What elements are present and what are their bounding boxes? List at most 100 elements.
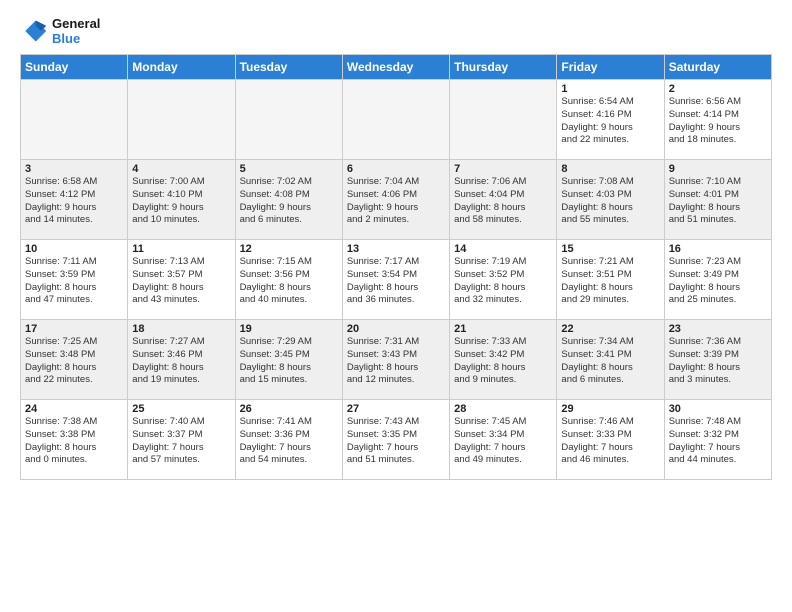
day-info: Sunrise: 7:13 AMSunset: 3:57 PMDaylight:… — [132, 256, 230, 307]
day-info: Sunrise: 7:45 AMSunset: 3:34 PMDaylight:… — [454, 416, 552, 467]
weekday-header-tuesday: Tuesday — [235, 55, 342, 80]
calendar-cell: 29Sunrise: 7:46 AMSunset: 3:33 PMDayligh… — [557, 400, 664, 480]
calendar-cell: 30Sunrise: 7:48 AMSunset: 3:32 PMDayligh… — [664, 400, 771, 480]
day-info: Sunrise: 7:27 AMSunset: 3:46 PMDaylight:… — [132, 336, 230, 387]
day-number: 2 — [669, 83, 767, 95]
calendar-cell: 19Sunrise: 7:29 AMSunset: 3:45 PMDayligh… — [235, 320, 342, 400]
calendar-cell: 13Sunrise: 7:17 AMSunset: 3:54 PMDayligh… — [342, 240, 449, 320]
calendar-cell: 14Sunrise: 7:19 AMSunset: 3:52 PMDayligh… — [450, 240, 557, 320]
calendar-cell: 2Sunrise: 6:56 AMSunset: 4:14 PMDaylight… — [664, 80, 771, 160]
day-info: Sunrise: 7:33 AMSunset: 3:42 PMDaylight:… — [454, 336, 552, 387]
calendar-cell: 18Sunrise: 7:27 AMSunset: 3:46 PMDayligh… — [128, 320, 235, 400]
day-info: Sunrise: 7:34 AMSunset: 3:41 PMDaylight:… — [561, 336, 659, 387]
calendar-cell: 10Sunrise: 7:11 AMSunset: 3:59 PMDayligh… — [21, 240, 128, 320]
logo-text: General Blue — [52, 16, 100, 46]
weekday-header-thursday: Thursday — [450, 55, 557, 80]
calendar-cell: 11Sunrise: 7:13 AMSunset: 3:57 PMDayligh… — [128, 240, 235, 320]
calendar-cell: 8Sunrise: 7:08 AMSunset: 4:03 PMDaylight… — [557, 160, 664, 240]
calendar-cell: 22Sunrise: 7:34 AMSunset: 3:41 PMDayligh… — [557, 320, 664, 400]
calendar-cell: 25Sunrise: 7:40 AMSunset: 3:37 PMDayligh… — [128, 400, 235, 480]
day-number: 6 — [347, 163, 445, 175]
day-info: Sunrise: 7:02 AMSunset: 4:08 PMDaylight:… — [240, 176, 338, 227]
weekday-header-monday: Monday — [128, 55, 235, 80]
day-info: Sunrise: 6:54 AMSunset: 4:16 PMDaylight:… — [561, 96, 659, 147]
day-info: Sunrise: 7:23 AMSunset: 3:49 PMDaylight:… — [669, 256, 767, 307]
day-number: 5 — [240, 163, 338, 175]
day-info: Sunrise: 7:43 AMSunset: 3:35 PMDaylight:… — [347, 416, 445, 467]
day-info: Sunrise: 7:38 AMSunset: 3:38 PMDaylight:… — [25, 416, 123, 467]
header: General Blue — [20, 16, 772, 46]
calendar-cell — [21, 80, 128, 160]
calendar-cell: 15Sunrise: 7:21 AMSunset: 3:51 PMDayligh… — [557, 240, 664, 320]
day-number: 26 — [240, 403, 338, 415]
logo: General Blue — [20, 16, 100, 46]
day-number: 25 — [132, 403, 230, 415]
calendar-week-5: 24Sunrise: 7:38 AMSunset: 3:38 PMDayligh… — [21, 400, 772, 480]
calendar-week-2: 3Sunrise: 6:58 AMSunset: 4:12 PMDaylight… — [21, 160, 772, 240]
weekday-header-saturday: Saturday — [664, 55, 771, 80]
day-info: Sunrise: 7:41 AMSunset: 3:36 PMDaylight:… — [240, 416, 338, 467]
day-number: 30 — [669, 403, 767, 415]
day-info: Sunrise: 7:10 AMSunset: 4:01 PMDaylight:… — [669, 176, 767, 227]
day-number: 24 — [25, 403, 123, 415]
day-info: Sunrise: 7:29 AMSunset: 3:45 PMDaylight:… — [240, 336, 338, 387]
day-number: 20 — [347, 323, 445, 335]
day-info: Sunrise: 7:15 AMSunset: 3:56 PMDaylight:… — [240, 256, 338, 307]
day-number: 27 — [347, 403, 445, 415]
day-info: Sunrise: 7:25 AMSunset: 3:48 PMDaylight:… — [25, 336, 123, 387]
weekday-header-sunday: Sunday — [21, 55, 128, 80]
calendar-cell: 7Sunrise: 7:06 AMSunset: 4:04 PMDaylight… — [450, 160, 557, 240]
day-info: Sunrise: 7:19 AMSunset: 3:52 PMDaylight:… — [454, 256, 552, 307]
calendar-cell — [235, 80, 342, 160]
day-info: Sunrise: 6:58 AMSunset: 4:12 PMDaylight:… — [25, 176, 123, 227]
day-number: 4 — [132, 163, 230, 175]
day-info: Sunrise: 7:00 AMSunset: 4:10 PMDaylight:… — [132, 176, 230, 227]
day-number: 19 — [240, 323, 338, 335]
calendar-cell — [128, 80, 235, 160]
day-info: Sunrise: 6:56 AMSunset: 4:14 PMDaylight:… — [669, 96, 767, 147]
day-info: Sunrise: 7:06 AMSunset: 4:04 PMDaylight:… — [454, 176, 552, 227]
calendar-week-3: 10Sunrise: 7:11 AMSunset: 3:59 PMDayligh… — [21, 240, 772, 320]
day-number: 8 — [561, 163, 659, 175]
day-number: 1 — [561, 83, 659, 95]
calendar-cell: 4Sunrise: 7:00 AMSunset: 4:10 PMDaylight… — [128, 160, 235, 240]
calendar-cell: 20Sunrise: 7:31 AMSunset: 3:43 PMDayligh… — [342, 320, 449, 400]
page: General Blue SundayMondayTuesdayWednesda… — [0, 0, 792, 612]
day-number: 17 — [25, 323, 123, 335]
calendar-cell: 21Sunrise: 7:33 AMSunset: 3:42 PMDayligh… — [450, 320, 557, 400]
day-info: Sunrise: 7:08 AMSunset: 4:03 PMDaylight:… — [561, 176, 659, 227]
day-info: Sunrise: 7:40 AMSunset: 3:37 PMDaylight:… — [132, 416, 230, 467]
day-number: 23 — [669, 323, 767, 335]
calendar-cell: 9Sunrise: 7:10 AMSunset: 4:01 PMDaylight… — [664, 160, 771, 240]
calendar-cell: 12Sunrise: 7:15 AMSunset: 3:56 PMDayligh… — [235, 240, 342, 320]
day-number: 11 — [132, 243, 230, 255]
day-number: 3 — [25, 163, 123, 175]
calendar-cell: 1Sunrise: 6:54 AMSunset: 4:16 PMDaylight… — [557, 80, 664, 160]
day-number: 18 — [132, 323, 230, 335]
day-number: 28 — [454, 403, 552, 415]
day-number: 16 — [669, 243, 767, 255]
day-number: 10 — [25, 243, 123, 255]
weekday-header-friday: Friday — [557, 55, 664, 80]
day-info: Sunrise: 7:04 AMSunset: 4:06 PMDaylight:… — [347, 176, 445, 227]
calendar-cell: 23Sunrise: 7:36 AMSunset: 3:39 PMDayligh… — [664, 320, 771, 400]
calendar-week-1: 1Sunrise: 6:54 AMSunset: 4:16 PMDaylight… — [21, 80, 772, 160]
day-info: Sunrise: 7:36 AMSunset: 3:39 PMDaylight:… — [669, 336, 767, 387]
calendar-cell: 6Sunrise: 7:04 AMSunset: 4:06 PMDaylight… — [342, 160, 449, 240]
calendar-cell — [342, 80, 449, 160]
calendar-cell: 26Sunrise: 7:41 AMSunset: 3:36 PMDayligh… — [235, 400, 342, 480]
day-number: 15 — [561, 243, 659, 255]
calendar-cell: 27Sunrise: 7:43 AMSunset: 3:35 PMDayligh… — [342, 400, 449, 480]
calendar-cell: 16Sunrise: 7:23 AMSunset: 3:49 PMDayligh… — [664, 240, 771, 320]
weekday-header-row: SundayMondayTuesdayWednesdayThursdayFrid… — [21, 55, 772, 80]
day-number: 21 — [454, 323, 552, 335]
day-info: Sunrise: 7:48 AMSunset: 3:32 PMDaylight:… — [669, 416, 767, 467]
calendar-week-4: 17Sunrise: 7:25 AMSunset: 3:48 PMDayligh… — [21, 320, 772, 400]
weekday-header-wednesday: Wednesday — [342, 55, 449, 80]
day-number: 12 — [240, 243, 338, 255]
day-number: 22 — [561, 323, 659, 335]
calendar-table: SundayMondayTuesdayWednesdayThursdayFrid… — [20, 54, 772, 480]
calendar-cell: 17Sunrise: 7:25 AMSunset: 3:48 PMDayligh… — [21, 320, 128, 400]
day-info: Sunrise: 7:21 AMSunset: 3:51 PMDaylight:… — [561, 256, 659, 307]
day-number: 9 — [669, 163, 767, 175]
